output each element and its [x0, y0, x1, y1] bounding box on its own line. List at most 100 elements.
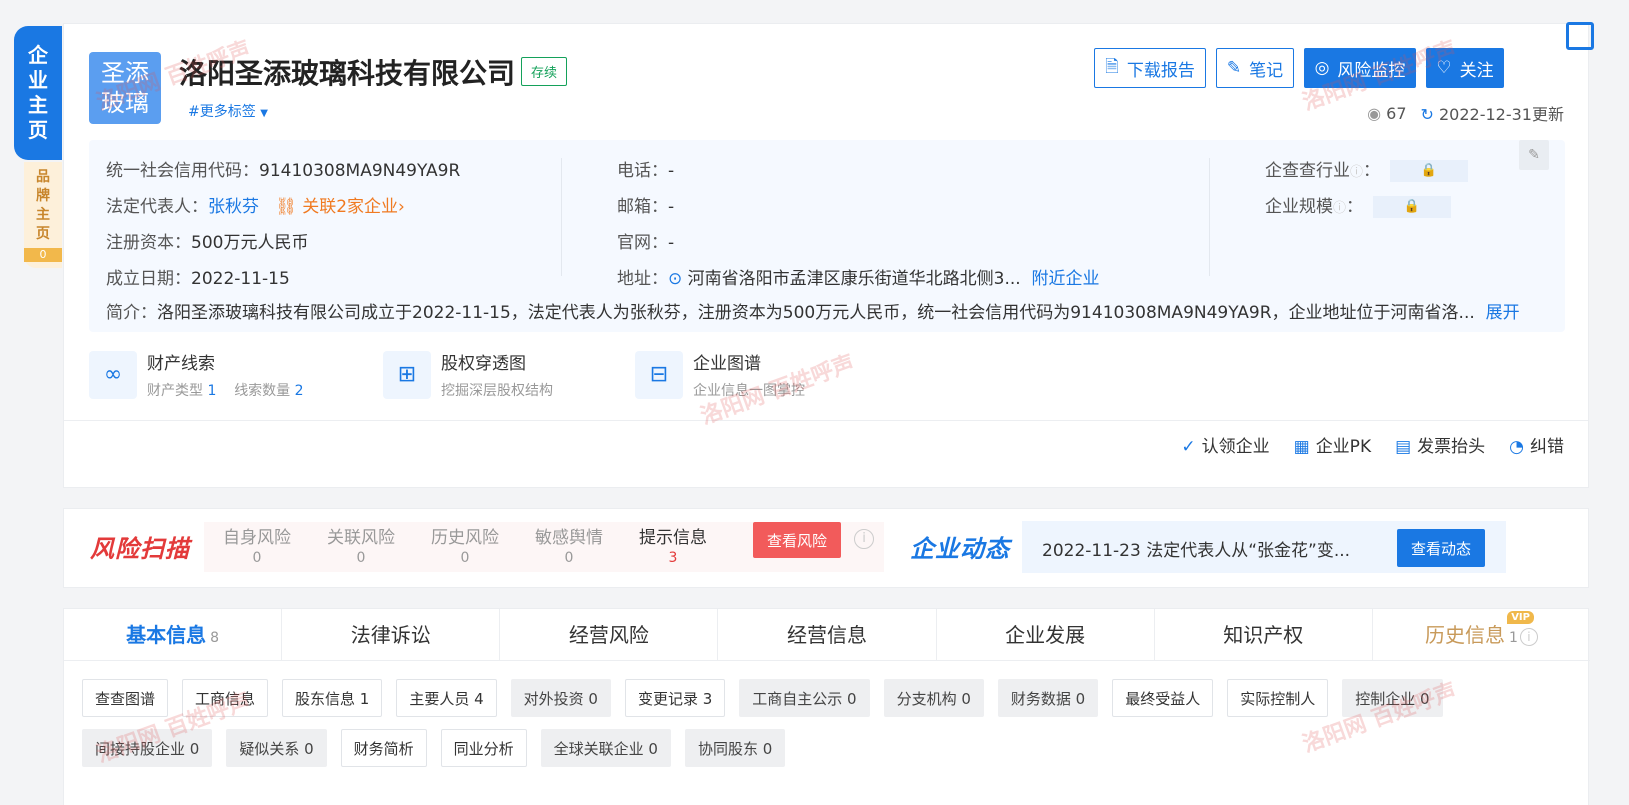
nearby-companies-link[interactable]: 附近企业 [1032, 269, 1100, 289]
chip-global-related[interactable]: 全球关联企业 0 [540, 729, 671, 767]
company-pk-button[interactable]: ▦ 企业PK [1294, 432, 1371, 457]
email-row: 邮箱：- [617, 192, 674, 217]
chip-suspected[interactable]: 疑似关系 0 [226, 729, 327, 767]
risk-label: 自身风险 [223, 528, 291, 548]
related-label: 关联2家企业 [302, 197, 399, 217]
chip-registration[interactable]: 工商信息 [182, 679, 269, 717]
view-dynamics-button[interactable]: 查看动态 [1397, 529, 1485, 567]
chip-graph[interactable]: 查查图谱 [82, 679, 169, 717]
tab-count: 8 [210, 630, 220, 646]
field-label: 官网： [617, 233, 668, 253]
chip-key-people[interactable]: 主要人员 4 [396, 679, 497, 717]
tab-label: 法律诉讼 [350, 623, 431, 647]
edit-pencil-icon[interactable]: ✎ [1519, 140, 1549, 170]
field-value: 500万元人民币 [191, 233, 309, 253]
risk-item-self[interactable]: 自身风险 0 [207, 528, 307, 568]
related-companies-link[interactable]: ⛓ 关联2家企业› [275, 197, 405, 217]
field-value: - [668, 197, 675, 217]
tab-label: 经营信息 [786, 623, 867, 647]
basic-info-box: 统一社会信用代码：91410308MA9N49YA9R 法定代表人：张秋芬 ⛓ … [89, 140, 1565, 332]
chip-self-disclosure[interactable]: 工商自主公示 0 [739, 679, 870, 717]
chip-changes[interactable]: 变更记录 3 [624, 679, 726, 717]
divider [1209, 158, 1210, 276]
tab-count: 1 [1508, 630, 1518, 646]
button-label: 关注 [1459, 60, 1494, 81]
risk-item-history[interactable]: 历史风险 0 [415, 528, 515, 568]
field-label: 简介： [106, 303, 157, 323]
tab-development[interactable]: 企业发展 [937, 609, 1155, 660]
note-button[interactable]: ✎ 笔记 [1216, 48, 1294, 88]
tab-business-risk[interactable]: 经营风险 [500, 609, 719, 660]
feature-company-graph[interactable]: ⊟ 企业图谱 企业信息一图掌控 [635, 349, 805, 400]
tool-label: 发票抬头 [1417, 437, 1486, 457]
caret-down-icon: ▼ [260, 108, 268, 119]
risk-label: 关联风险 [327, 528, 395, 548]
side-tab-brand-home[interactable]: 品 牌 主 页 0 [24, 162, 62, 268]
chip-financial-brief[interactable]: 财务简析 [340, 729, 427, 767]
feature-asset-clues[interactable]: ∞ 财产线索 财产类型 1 线索数量 2 [89, 349, 304, 400]
info-icon[interactable]: i [854, 529, 874, 549]
qr-code-icon[interactable] [1566, 22, 1594, 50]
risk-item-notice[interactable]: 提示信息 3 [623, 528, 723, 568]
follow-button[interactable]: ♡ 关注 [1426, 48, 1504, 88]
legal-rep-link[interactable]: 张秋芬 [208, 197, 259, 217]
more-tags-link[interactable]: #更多标签 ▼ [188, 101, 268, 121]
tool-bar: ✓ 认领企业 ▦ 企业PK ▤ 发票抬头 ◔ 纠错 [1181, 432, 1564, 457]
view-risk-button[interactable]: 查看风险 [753, 522, 841, 558]
tab-label: 基本信息 [126, 623, 207, 647]
field-label: 邮箱： [617, 197, 668, 217]
feature-sub: 财产类型 1 线索数量 2 [147, 380, 304, 400]
update-date: 2022-12-31更新 [1439, 105, 1564, 124]
risk-monitor-button[interactable]: ◎ 风险监控 [1304, 48, 1416, 88]
tab-ip[interactable]: 知识产权 [1155, 609, 1373, 660]
lock-icon[interactable]: 🔒 [1373, 196, 1452, 218]
chip-financials[interactable]: 财务数据 0 [997, 679, 1099, 717]
info-icon[interactable]: i [1519, 627, 1538, 646]
info-icon[interactable]: ⓘ [1350, 165, 1363, 180]
dynamics-text[interactable]: 2022-11-23 法定代表人从“张金花”变... [1042, 536, 1362, 561]
feature-text: 股权穿透图 挖掘深层股权结构 [441, 349, 553, 400]
updated[interactable]: ↻ 2022-12-31更新 [1421, 101, 1565, 125]
chip-beneficiary[interactable]: 最终受益人 [1112, 679, 1214, 717]
refresh-icon: ↻ [1420, 105, 1434, 124]
tab-business-info[interactable]: 经营信息 [718, 609, 937, 660]
invoice-header-button[interactable]: ▤ 发票抬头 [1395, 432, 1485, 457]
chip-controlled[interactable]: 控制企业 0 [1342, 679, 1443, 717]
chip-co-shareholders[interactable]: 协同股东 0 [684, 729, 786, 767]
tool-label: 纠错 [1530, 437, 1564, 457]
network-icon: ⛓ [275, 197, 297, 217]
chip-indirect-holdings[interactable]: 间接持股企业 0 [82, 729, 213, 767]
risk-item-sentiment[interactable]: 敏感舆情 0 [519, 528, 619, 568]
tab-label: 历史信息 [1424, 623, 1505, 647]
expand-link[interactable]: 展开 [1486, 303, 1520, 323]
org-chart-icon: ⊞ [383, 350, 431, 399]
heart-icon: ♡ [1436, 58, 1452, 78]
risk-count: 0 [564, 550, 574, 566]
sub-count: 2 [294, 383, 304, 399]
side-tab-company-home[interactable]: 企 业 主 页 [14, 26, 62, 160]
tool-label: 认领企业 [1201, 437, 1270, 457]
divider [561, 158, 562, 276]
claim-company-button[interactable]: ✓ 认领企业 [1181, 432, 1269, 457]
chip-branches[interactable]: 分支机构 0 [883, 679, 984, 717]
tab-history[interactable]: VIP 历史信息 1 i [1373, 609, 1590, 660]
lock-icon[interactable]: 🔒 [1390, 160, 1469, 182]
report-error-button[interactable]: ◔ 纠错 [1509, 432, 1564, 457]
feature-equity-chart[interactable]: ⊞ 股权穿透图 挖掘深层股权结构 [383, 349, 553, 400]
chip-peer-analysis[interactable]: 同业分析 [440, 729, 527, 767]
side-tab-char: 品 [36, 169, 50, 185]
field-label: 地址： [617, 269, 668, 289]
chip-shareholders[interactable]: 股东信息 1 [282, 679, 383, 717]
tab-basic-info[interactable]: 基本信息 8 [64, 609, 283, 660]
info-icon[interactable]: ⓘ [1333, 201, 1346, 216]
download-report-button[interactable]: 🗎 下载报告 [1094, 48, 1206, 88]
tool-label: 企业PK [1315, 437, 1372, 457]
chip-controller[interactable]: 实际控制人 [1227, 679, 1329, 717]
button-label: 下载报告 [1126, 60, 1195, 81]
chip-investments[interactable]: 对外投资 0 [510, 679, 611, 717]
capital-row: 注册资本：500万元人民币 [106, 228, 308, 253]
tab-label: 经营风险 [568, 623, 649, 647]
risk-item-related[interactable]: 关联风险 0 [311, 528, 411, 568]
tab-legal[interactable]: 法律诉讼 [282, 609, 501, 660]
field-label: 统一社会信用代码： [106, 161, 259, 181]
